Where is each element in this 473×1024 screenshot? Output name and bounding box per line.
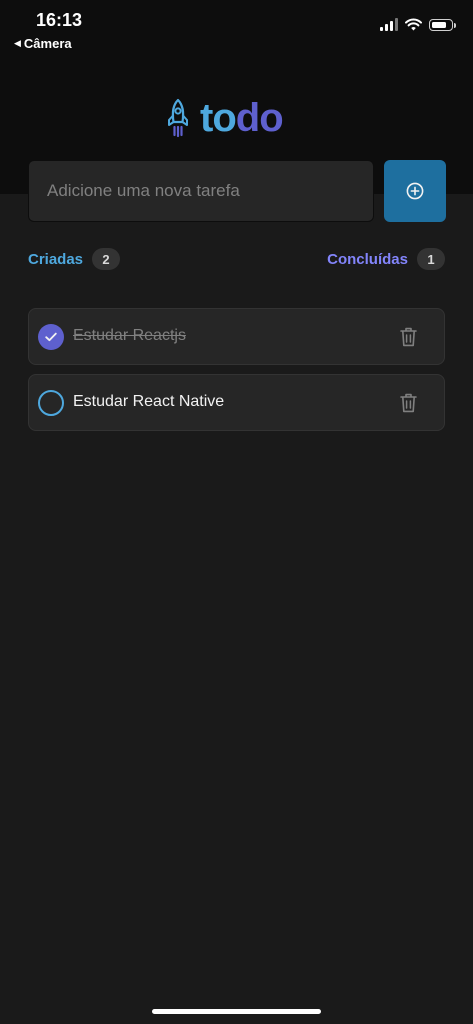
task-checkbox-unchecked[interactable] — [38, 390, 64, 416]
created-label: Criadas — [28, 250, 84, 268]
logo-part-do: do — [235, 96, 284, 140]
delete-task-button[interactable] — [398, 326, 418, 348]
plus-circle-icon — [406, 182, 424, 200]
task-title: Estudar React Native — [73, 393, 225, 410]
logo-wordmark: todo — [200, 96, 284, 140]
task-checkbox-checked[interactable] — [38, 324, 64, 350]
created-counter: Criadas 2 — [28, 248, 121, 270]
triangle-left-icon: ◀ — [14, 38, 21, 48]
task-title: Estudar Reactjs — [73, 327, 186, 344]
cellular-signal-icon — [380, 18, 398, 31]
done-label: Concluídas — [327, 250, 408, 268]
logo-part-to: to — [200, 96, 237, 140]
created-count-badge: 2 — [92, 248, 121, 270]
task-item: Estudar React Native — [28, 374, 445, 431]
back-to-camera-link[interactable]: ◀ Câmera — [14, 36, 72, 51]
trash-icon — [399, 393, 417, 413]
status-icons — [380, 18, 456, 31]
delete-task-button[interactable] — [398, 392, 418, 414]
battery-icon — [429, 18, 456, 31]
back-label: Câmera — [23, 36, 72, 51]
done-counter: Concluídas 1 — [327, 248, 445, 270]
checkmark-icon — [45, 332, 57, 342]
done-count-badge: 1 — [417, 248, 445, 270]
app-logo: todo — [166, 96, 284, 140]
status-time: 16:13 — [36, 10, 83, 30]
wifi-icon — [405, 18, 422, 31]
home-indicator[interactable] — [152, 1009, 321, 1014]
add-task-button[interactable] — [384, 160, 446, 222]
rocket-icon — [168, 98, 188, 138]
new-task-input[interactable] — [28, 160, 374, 222]
task-item: Estudar Reactjs — [28, 308, 445, 365]
trash-icon — [399, 327, 417, 347]
